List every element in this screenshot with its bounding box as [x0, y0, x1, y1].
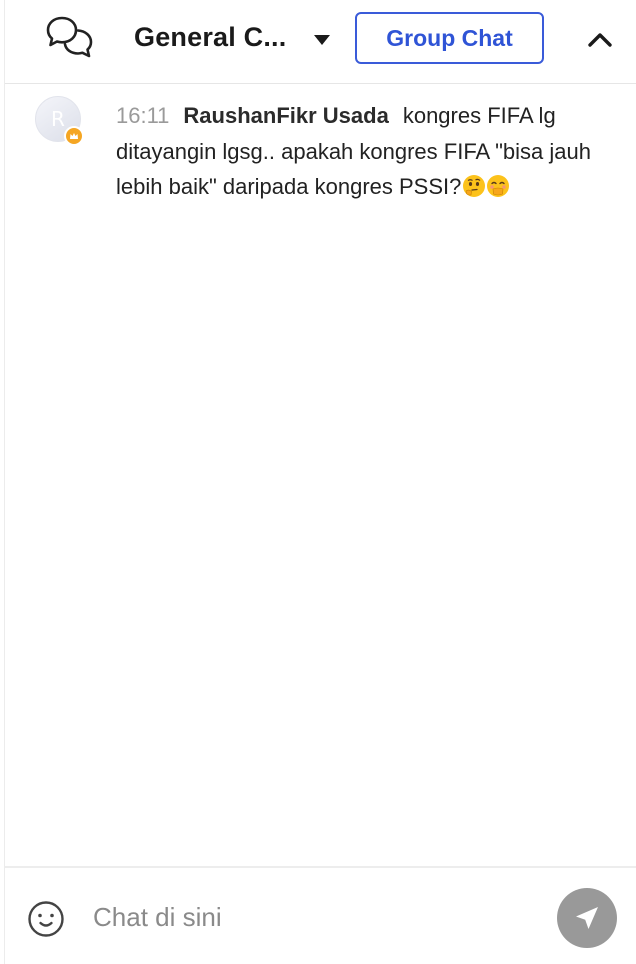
face-with-hand-over-mouth-icon — [487, 175, 510, 197]
message-emojis — [462, 173, 510, 209]
caret-down-icon[interactable] — [311, 32, 333, 48]
chat-input[interactable] — [93, 894, 533, 940]
thinking-face-icon — [463, 175, 486, 197]
message-body: 16:11 RaushanFikr Usada kongres FIFA lg di… — [116, 98, 604, 209]
chat-panel: General C... Group Chat R 16:11 RaushanFi… — [4, 0, 636, 964]
message-author[interactable]: RaushanFikr Usada — [183, 103, 388, 128]
message-time: 16:11 — [116, 103, 170, 128]
room-title[interactable]: General C... — [134, 22, 286, 53]
group-chat-button[interactable]: Group Chat — [355, 12, 544, 64]
send-button[interactable] — [557, 888, 617, 948]
chevron-up-icon[interactable] — [585, 28, 615, 50]
chat-bubbles-icon[interactable] — [45, 14, 95, 62]
chat-header: General C... Group Chat — [5, 0, 636, 84]
chat-composer — [5, 866, 636, 964]
send-arrow-icon — [572, 903, 602, 933]
emoji-icon[interactable] — [27, 900, 65, 938]
crown-badge-icon — [64, 126, 84, 146]
